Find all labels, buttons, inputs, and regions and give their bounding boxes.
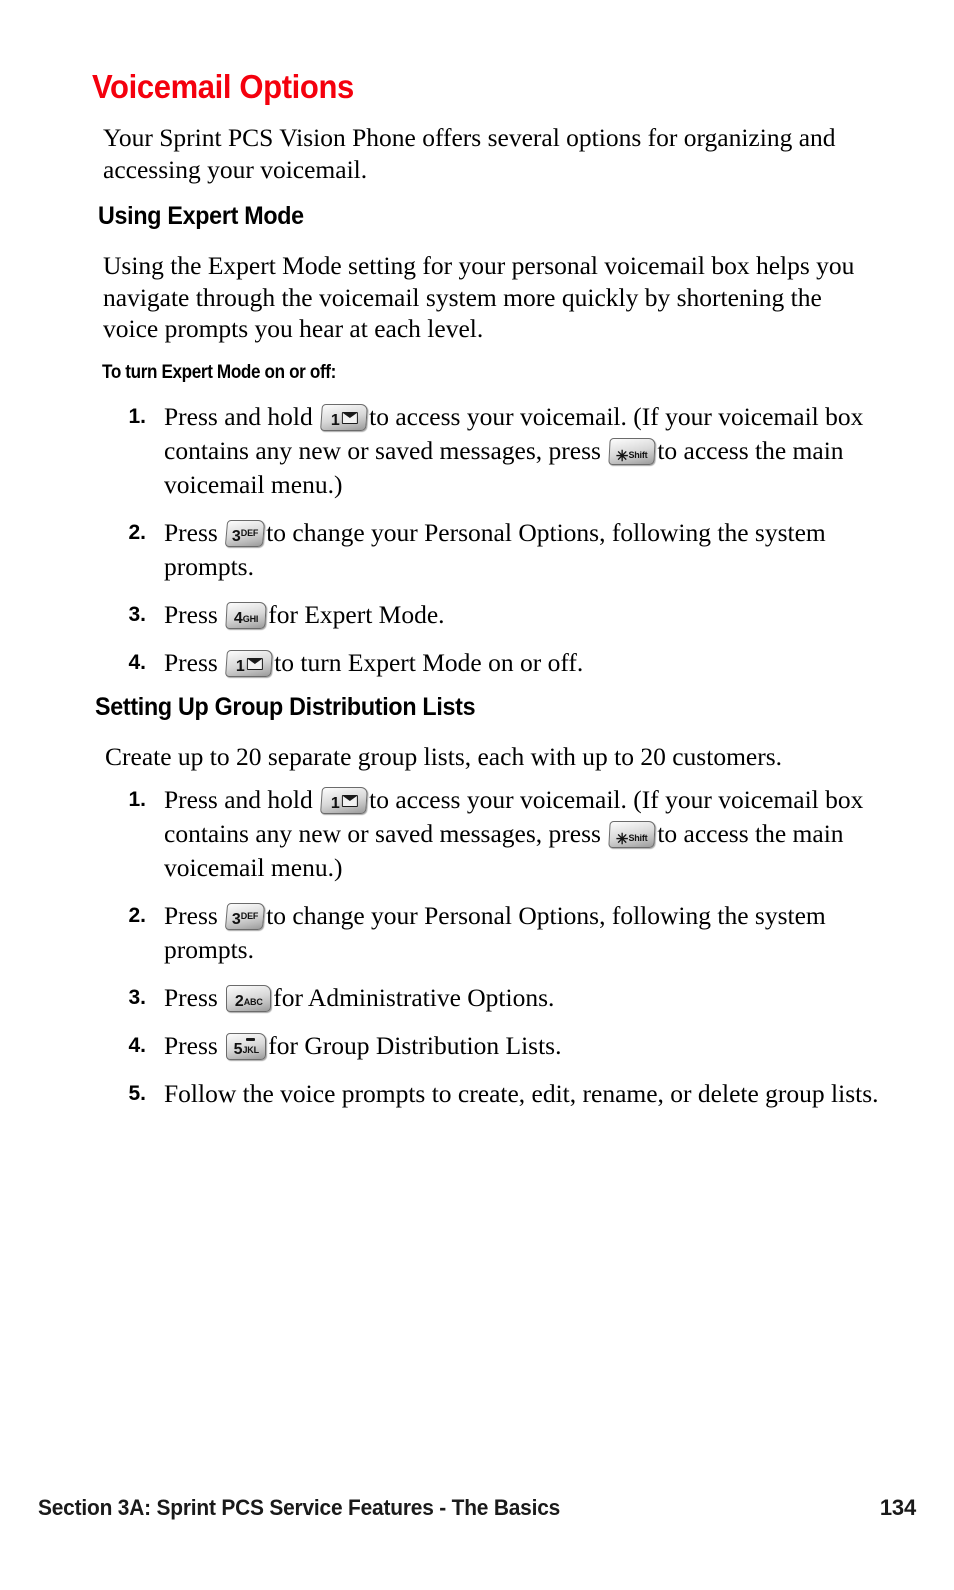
- asterisk-icon: ✳: [616, 448, 629, 465]
- key-letters: JKL: [242, 1045, 259, 1055]
- key-letters: ABC: [243, 997, 263, 1007]
- step-text: for Group Distribution Lists.: [268, 1031, 562, 1060]
- step-number: 3.: [128, 986, 146, 1009]
- step-text: Press: [164, 518, 218, 547]
- section-paragraph-using-expert-mode: Using the Expert Mode setting for your p…: [103, 251, 855, 343]
- key-digit: 3: [231, 528, 241, 545]
- key-letters: GHI: [242, 614, 259, 624]
- key-1-envelope-icon: 1: [320, 787, 369, 814]
- document-page: Voicemail Options Your Sprint PCS Vision…: [0, 0, 954, 1590]
- key-letters: DEF: [240, 911, 259, 921]
- envelope-icon: [341, 412, 358, 424]
- subheading-turn-expert-mode: To turn Expert Mode on or off:: [102, 362, 336, 383]
- key-digit: 3: [231, 911, 241, 928]
- key-digit: 1: [330, 412, 340, 429]
- step-text: Press and hold: [164, 402, 313, 431]
- key-2-abc-icon: 2ABC: [226, 985, 272, 1012]
- step-text: Press: [164, 1031, 218, 1060]
- list-item: 4. Press 5JKL for Group Distribution Lists…: [112, 1029, 902, 1063]
- step-number: 2.: [128, 521, 146, 544]
- step-number: 5.: [128, 1082, 146, 1105]
- envelope-icon: [246, 658, 263, 670]
- key-letters: Shift: [628, 450, 648, 460]
- step-text: Press: [164, 648, 218, 677]
- key-1-envelope-icon: 1: [225, 650, 274, 677]
- envelope-icon: [341, 795, 358, 807]
- page-title: Voicemail Options: [92, 68, 354, 105]
- asterisk-icon: ✳: [616, 831, 629, 848]
- step-text: for Administrative Options.: [273, 983, 555, 1012]
- step-text: Press: [164, 901, 218, 930]
- section-paragraph-group-distribution-lists: Create up to 20 separate group lists, ea…: [105, 742, 783, 771]
- step-text: Press: [164, 983, 218, 1012]
- key-3-def-icon: 3DEF: [225, 903, 266, 930]
- step-number: 4.: [128, 1034, 146, 1057]
- key-accent-mark: [246, 1038, 256, 1041]
- step-text: Follow the voice prompts to create, edit…: [164, 1079, 879, 1108]
- section-heading-group-distribution-lists: Setting Up Group Distribution Lists: [95, 693, 476, 721]
- steps-list-group-distribution: 1. Press and hold 1 to access your voicema…: [112, 783, 902, 1125]
- list-item: 3. Press 4GHI for Expert Mode.: [112, 598, 902, 632]
- step-number: 1.: [128, 405, 146, 428]
- intro-paragraph: Your Sprint PCS Vision Phone offers seve…: [103, 123, 836, 184]
- key-3-def-icon: 3DEF: [225, 520, 266, 547]
- key-star-shift-icon: ✳Shift: [608, 821, 657, 848]
- step-text: Press: [164, 600, 218, 629]
- key-4-ghi-icon: 4GHI: [225, 602, 267, 629]
- footer-section-label: Section 3A: Sprint PCS Service Features …: [38, 1495, 561, 1520]
- step-number: 3.: [128, 603, 146, 626]
- list-item: 1. Press and hold 1 to access your voicema…: [112, 400, 902, 502]
- list-item: 3. Press 2ABC for Administrative Options.: [112, 981, 902, 1015]
- steps-list-expert-mode: 1. Press and hold 1 to access your voicema…: [112, 400, 902, 694]
- step-text: to turn Expert Mode on or off.: [274, 648, 584, 677]
- key-digit: 1: [330, 795, 340, 812]
- step-number: 1.: [128, 788, 146, 811]
- list-item: 2. Press 3DEF to change your Personal Opti…: [112, 516, 902, 584]
- key-digit: 2: [234, 993, 244, 1010]
- section-heading-using-expert-mode: Using Expert Mode: [98, 202, 304, 230]
- list-item: 4. Press 1 to turn Expert Mode on or off.: [112, 646, 902, 680]
- key-letters: Shift: [628, 833, 648, 843]
- key-digit: 4: [233, 610, 243, 627]
- footer-page-number: 134: [879, 1495, 916, 1520]
- list-item: 2. Press 3DEF to change your Personal Opti…: [112, 899, 902, 967]
- step-text: Press and hold: [164, 785, 313, 814]
- step-number: 4.: [128, 651, 146, 674]
- key-letters: DEF: [240, 528, 259, 538]
- key-5-jkl-icon: 5JKL: [226, 1033, 267, 1060]
- list-item: 5. Follow the voice prompts to create, ed…: [112, 1077, 902, 1111]
- key-digit: 1: [235, 658, 245, 675]
- key-star-shift-icon: ✳Shift: [608, 438, 657, 465]
- step-text: for Expert Mode.: [268, 600, 445, 629]
- page-footer: Section 3A: Sprint PCS Service Features …: [38, 1495, 916, 1521]
- list-item: 1. Press and hold 1 to access your voicema…: [112, 783, 902, 885]
- key-1-envelope-icon: 1: [320, 404, 369, 431]
- step-number: 2.: [128, 904, 146, 927]
